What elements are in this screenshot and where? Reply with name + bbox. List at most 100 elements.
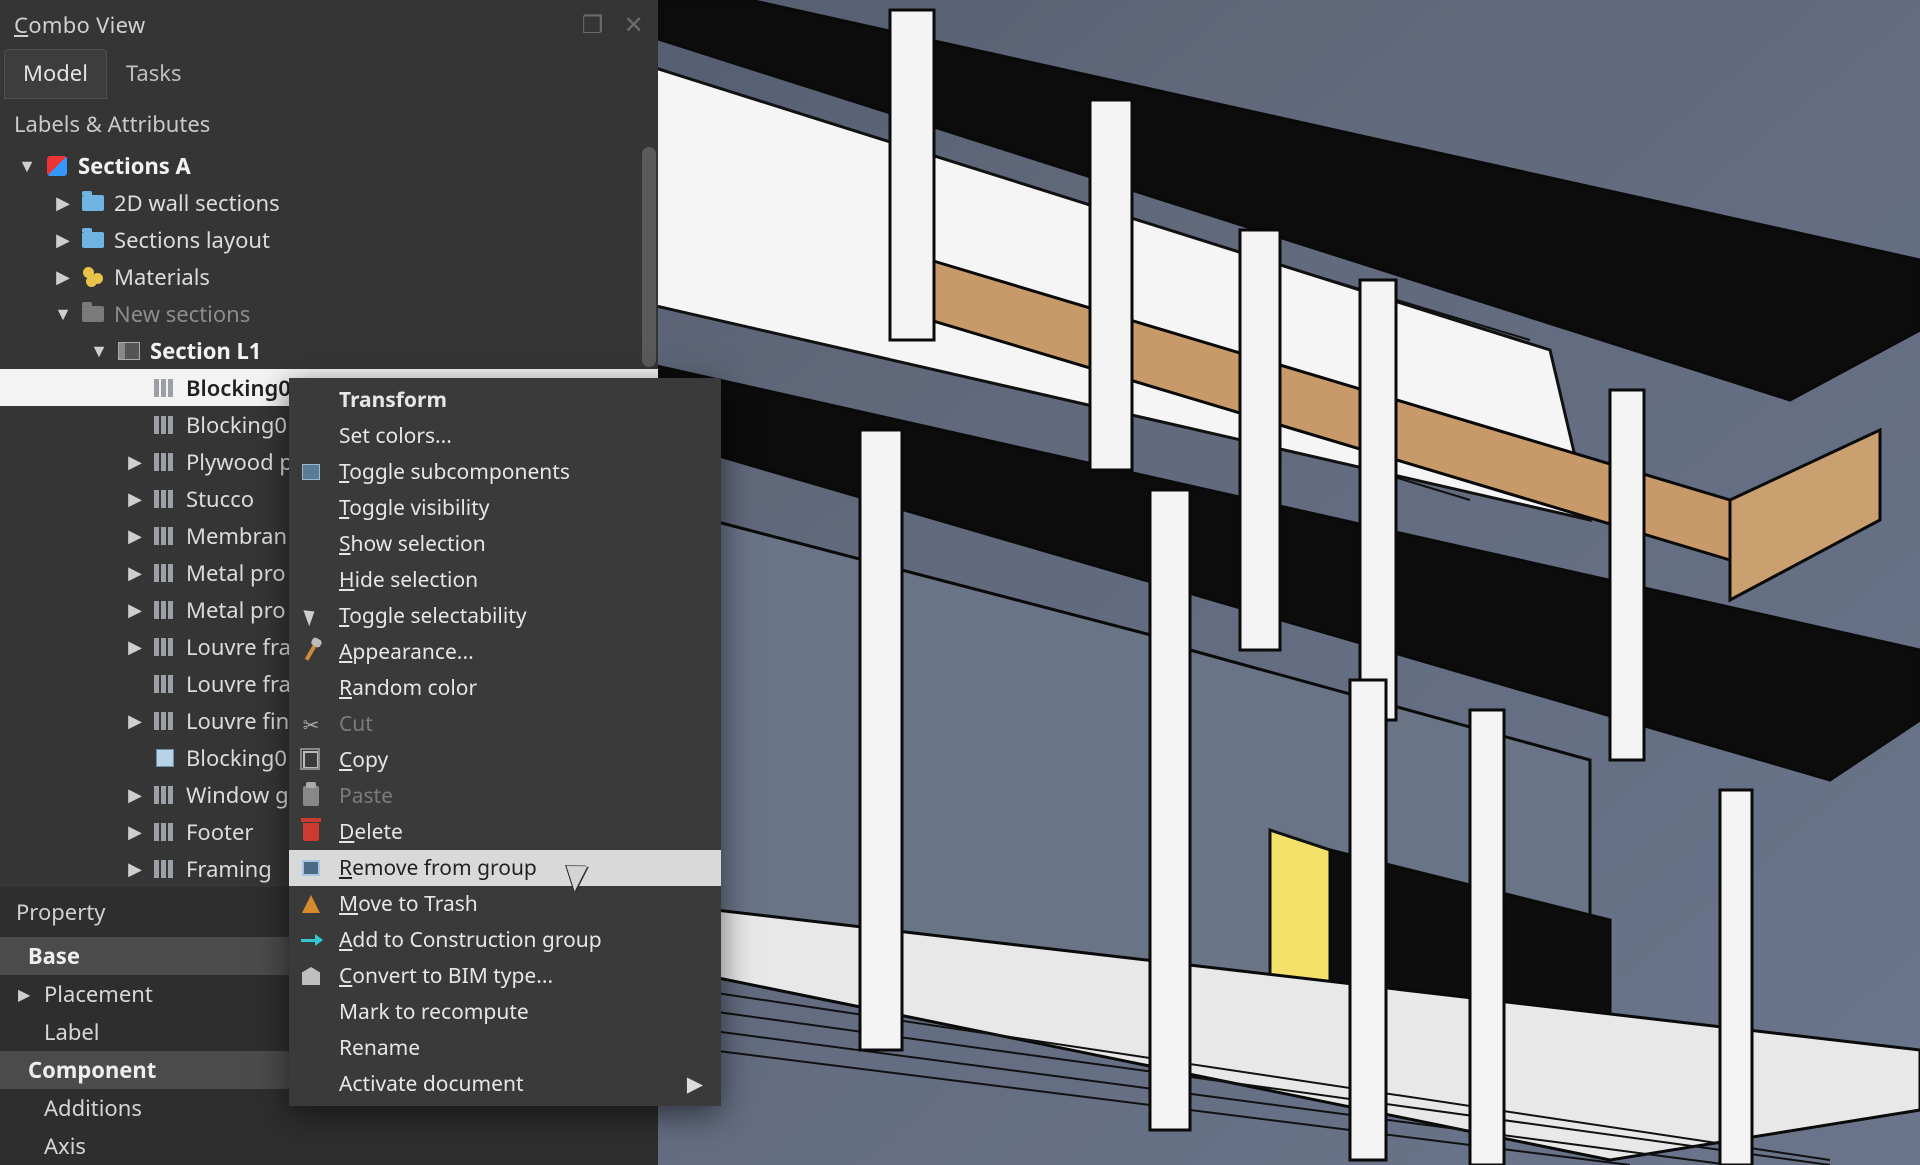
tree-item-label: Blocking0 (186, 743, 287, 773)
menu-item-label: Move to Trash (339, 890, 703, 918)
context-menu-item: ✂Cut (289, 706, 721, 742)
context-menu-item[interactable]: Add to Construction group (289, 922, 721, 958)
tree-item-label: Louvre fra (186, 669, 291, 699)
property-row[interactable]: Axis (0, 1127, 658, 1165)
tab-model[interactable]: Model (4, 49, 107, 99)
tree-item-label: New sections (114, 299, 250, 329)
panel-title: Combo View (14, 10, 146, 40)
tree-caret-icon[interactable]: ▶ (126, 783, 144, 807)
menu-item-label: Rename (339, 1034, 703, 1062)
tree-item[interactable]: ▶2D wall sections (0, 184, 658, 221)
menu-item-label: Random color (339, 674, 703, 702)
property-label: Label (44, 1017, 99, 1047)
tree-caret-icon[interactable]: ▼ (18, 154, 36, 178)
tree-item-label: Plywood p (186, 447, 293, 477)
menu-item-label: Appearance... (339, 638, 703, 666)
submenu-arrow-icon: ▶ (687, 1070, 703, 1098)
context-menu-item[interactable]: Move to Trash (289, 886, 721, 922)
tree-item-icon (154, 821, 176, 843)
tree-caret-icon[interactable]: ▶ (126, 487, 144, 511)
tree-caret-icon[interactable]: ▶ (126, 524, 144, 548)
tree-item-label: Stucco (186, 484, 254, 514)
tree-caret-icon[interactable]: ▶ (126, 857, 144, 881)
menu-item-icon (299, 751, 323, 769)
tree-item-icon (154, 673, 176, 695)
panel-tabbar: Model Tasks (0, 49, 658, 99)
context-menu-item[interactable]: Delete (289, 814, 721, 850)
tree-caret-icon[interactable]: ▶ (126, 820, 144, 844)
tree-item-label: Metal pro (186, 595, 286, 625)
tree-item-icon (154, 414, 176, 436)
restore-icon[interactable]: ❐ (582, 8, 604, 41)
tree-item-label: Membran (186, 521, 287, 551)
menu-item-label: Mark to recompute (339, 998, 703, 1026)
tree-item-icon (154, 377, 176, 399)
tree-item-label: Footer (186, 817, 253, 847)
tree-caret-icon[interactable]: ▶ (126, 635, 144, 659)
menu-item-icon (299, 967, 323, 985)
tree-item-icon (154, 488, 176, 510)
menu-item-label: Show selection (339, 530, 703, 558)
tree-item-icon (82, 229, 104, 251)
tree-caret-icon[interactable]: ▶ (126, 561, 144, 585)
menu-item-label: Toggle selectability (339, 602, 703, 630)
tree-item-label: Blocking0 (186, 410, 287, 440)
context-menu-item[interactable]: Copy (289, 742, 721, 778)
property-label: Placement (44, 979, 153, 1009)
menu-item-label: Activate document (339, 1070, 671, 1098)
menu-item-label: Add to Construction group (339, 926, 703, 954)
context-menu-item[interactable]: Random color (289, 670, 721, 706)
tree-caret-icon[interactable]: ▶ (54, 191, 72, 215)
tree-item-icon (154, 710, 176, 732)
tree-scrollbar[interactable] (642, 147, 656, 367)
tree-item[interactable]: ▶ Sections layout (0, 221, 658, 258)
context-menu-item[interactable]: Mark to recompute (289, 994, 721, 1030)
tree-caret-icon[interactable]: ▶ (54, 265, 72, 289)
expand-caret-icon[interactable]: ▶ (18, 983, 32, 1005)
tree-item-icon (154, 784, 176, 806)
tree-item[interactable]: ▼ Sections A (0, 147, 658, 184)
context-menu-item[interactable]: Rename (289, 1030, 721, 1066)
tab-tasks[interactable]: Tasks (107, 49, 201, 99)
context-menu-item[interactable]: Toggle subcomponents (289, 454, 721, 490)
context-menu-item[interactable]: Hide selection (289, 562, 721, 598)
context-menu-item[interactable]: Toggle selectability (289, 598, 721, 634)
context-menu-item[interactable]: Appearance... (289, 634, 721, 670)
menu-item-label: Toggle visibility (339, 494, 703, 522)
tree-item[interactable]: ▶Materials (0, 258, 658, 295)
tree-caret-icon[interactable]: ▼ (54, 302, 72, 326)
tree-item-icon (118, 340, 140, 362)
close-icon[interactable]: ✕ (624, 8, 644, 41)
context-menu-item[interactable]: Toggle visibility (289, 490, 721, 526)
tree-item-icon (154, 562, 176, 584)
tree-item-icon (82, 192, 104, 214)
tree-caret-icon[interactable]: ▶ (54, 228, 72, 252)
menu-item-icon (299, 860, 323, 876)
menu-item-icon (299, 823, 323, 841)
tree-item-label: Louvre fra (186, 632, 291, 662)
menu-item-label: Transform (339, 386, 703, 414)
tree-header: Labels & Attributes (0, 99, 658, 147)
tree-caret-icon[interactable]: ▶ (126, 598, 144, 622)
tree-item[interactable]: ▼ New sections (0, 295, 658, 332)
panel-window-controls: ❐ ✕ (568, 8, 644, 41)
tree-caret-icon[interactable]: ▶ (126, 450, 144, 474)
tree-item-icon (154, 747, 176, 769)
tree-caret-icon[interactable]: ▼ (90, 339, 108, 363)
tree-item[interactable]: ▼Section L1 (0, 332, 658, 369)
tree-item-icon (154, 451, 176, 473)
context-menu-item[interactable]: Show selection (289, 526, 721, 562)
context-menu-item[interactable]: Remove from group (289, 850, 721, 886)
context-menu-item[interactable]: Set colors... (289, 418, 721, 454)
menu-item-icon: ✂ (299, 711, 323, 738)
tree-item-label: Metal pro (186, 558, 286, 588)
tree-item-label: Sections A (78, 151, 191, 181)
tree-caret-icon[interactable]: ▶ (126, 709, 144, 733)
tree-item-label: Sections layout (114, 225, 270, 255)
menu-item-label: Remove from group (339, 854, 703, 882)
context-menu-item[interactable]: Convert to BIM type... (289, 958, 721, 994)
menu-item-label: Set colors... (339, 422, 703, 450)
context-menu-item[interactable]: Transform (289, 382, 721, 418)
context-menu-item[interactable]: Activate document ▶ (289, 1066, 721, 1102)
tree-item-icon (82, 266, 104, 288)
